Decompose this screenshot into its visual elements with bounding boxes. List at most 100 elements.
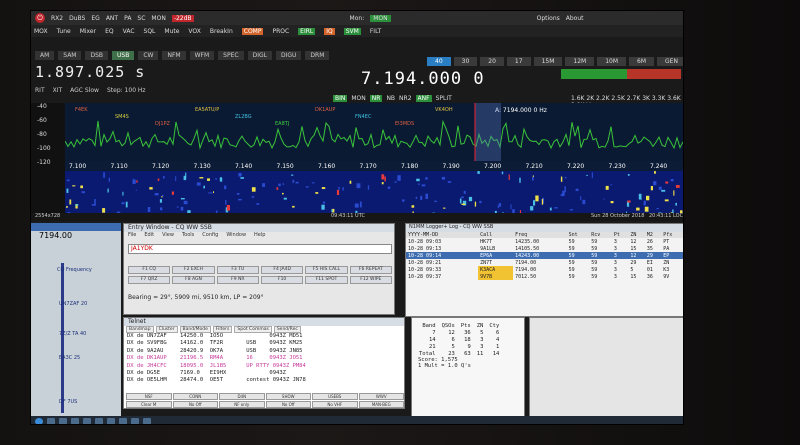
bandmap-spot[interactable]: 7Z/Z TA 40 [59,331,86,337]
mode-button-digl[interactable]: DIGL [247,50,272,60]
eirl-button[interactable]: EIRL [298,27,316,35]
proc-button[interactable]: PROC [272,28,289,35]
mode-button-digu[interactable]: DIGU [275,50,302,60]
band-button-40[interactable]: 40 [427,57,451,66]
spot-label[interactable]: SM4S [115,114,129,120]
topbar-item[interactable]: SC [137,15,145,22]
spot-label[interactable]: EI3MDS [395,121,414,127]
mon-toggle[interactable]: MON [351,95,365,102]
panadapter[interactable]: F4EK SM4S DJ1PZ EA5ATU/P ZL2BG EA8TJ DK1AUP FN4… [65,103,684,163]
spot-label[interactable]: DJ1PZ [155,121,171,127]
spot-label[interactable]: EA5ATU/P [195,107,219,113]
menu-view[interactable]: View [162,232,174,240]
tab-spot-commas[interactable]: Spot Commas [234,326,272,333]
nb-toggle[interactable]: NB [386,95,395,102]
band-button-12[interactable]: 12M [565,57,595,66]
log-row[interactable]: 10-28 09:21 ZN7T 7194.00 59 59 3 29 EI ZN [406,259,683,266]
tab-bandmap[interactable]: Bandmap [126,326,154,333]
taskbar-app-icon[interactable] [107,417,115,424]
topbar-item[interactable]: MON [151,15,165,22]
f9-button[interactable]: F9 NR [216,276,259,284]
bandmap-spot[interactable]: CQ Frequency [57,267,92,273]
cluster-spot[interactable]: DX de DG5E 7169.0 EI9HX 0943Z [127,370,404,377]
log-row[interactable]: 10-28 09:37 9V7B 7012.50 59 59 3 15 36 9V [406,273,683,280]
band-button-30[interactable]: 30 [453,57,478,66]
cluster-spot[interactable]: DX de JH4CFC 18095.0 JL1B5 UP RTTY 0943Z… [127,363,404,370]
band-button-gen[interactable]: GEN [657,57,683,66]
rit-toggle[interactable]: RIT [35,87,45,94]
f5-button[interactable]: F5 HIS CALL [305,266,348,274]
spot-label[interactable]: DK1AUP [315,107,335,113]
eq-button[interactable]: EQ [105,28,114,35]
tab-cluster[interactable]: Cluster [155,326,178,333]
cluster-button[interactable]: No VHF [312,401,358,408]
cluster-button[interactable]: SHOW [265,393,311,400]
spot-label[interactable]: VK4OH [435,107,453,113]
tab-filters[interactable]: Filters [212,326,233,333]
drive-level[interactable]: -22dB [171,14,194,22]
topbar-item[interactable]: EG [91,15,99,22]
cluster-button[interactable]: MAN-BEG [358,401,404,408]
mute-button[interactable]: Mute [164,28,179,35]
menu-file[interactable]: File [128,232,136,240]
waterfall[interactable] [65,171,684,213]
topbar-item[interactable]: DuBS [69,15,85,22]
taskbar-app-icon[interactable] [143,417,151,424]
spot-label[interactable]: ZL2BG [235,114,252,120]
taskbar-app-icon[interactable] [95,417,103,424]
step-select[interactable]: Step: 100 Hz [107,87,146,94]
cluster-button[interactable]: Clear M [126,401,172,408]
cluster-spot[interactable]: DX de 9A2AU 28420.9 OK7A USB 0943Z JN85 [127,348,404,355]
menu-edit[interactable]: Edit [144,232,154,240]
cluster-button[interactable]: D4N [219,393,265,400]
mode-button-usb[interactable]: USB [112,50,135,60]
mode-button-am[interactable]: AM [35,50,55,60]
cluster-button[interactable]: No Off [172,401,218,408]
cluster-spot[interactable]: DX de DK1AUP 21196.5 RM4A 16 0943Z JO51 [127,355,404,362]
nr2-toggle[interactable]: NR2 [399,95,411,102]
anf-toggle[interactable]: ANF [415,95,432,102]
f7-button[interactable]: F7 QRZ [128,276,171,284]
log-row[interactable]: 10-28 09:13 9A1LB 14105.50 59 59 3 15 35 PA [406,245,683,252]
iq-button[interactable]: IQ [324,27,335,35]
vfo-a-frequency[interactable]: 7.194.000 0 [361,69,485,89]
topbar-item[interactable]: PA [124,15,131,22]
mon-button[interactable]: MON [370,14,391,22]
f1-button[interactable]: F1 CQ [128,266,171,274]
cluster-button[interactable]: CONN [172,393,218,400]
sql-button[interactable]: SQL [144,28,156,35]
menu-config[interactable]: Config [202,232,218,240]
bin-toggle[interactable]: BIN [333,95,348,102]
spot-label[interactable]: FN4EC [355,114,372,120]
f2-button[interactable]: F2 EXCH [172,266,215,274]
band-button-10[interactable]: 10M [597,57,626,66]
band-button-20[interactable]: 20 [480,57,504,66]
power-icon[interactable]: ⏻ [35,13,45,23]
cluster-spot[interactable]: DX de OE5LHM 28474.0 OE5T contest 0943Z … [127,377,404,384]
cluster-button[interactable]: USEBS [312,393,358,400]
cluster-spot[interactable]: DX de UN7ZAF 14250.0 IO5O 0943Z MD51 [127,333,404,340]
bandmap-spot[interactable]: DF 7US [59,399,77,405]
taskbar-app-icon[interactable] [47,417,55,424]
filt-button[interactable]: FILT [370,28,381,35]
about-link[interactable]: About [566,15,584,22]
spot-label[interactable]: EA8TJ [275,121,289,127]
taskbar-app-icon[interactable] [83,417,91,424]
bandmap-scale[interactable] [61,263,64,413]
log-row[interactable]: 10-28 09:33 K3ACA 7194.00 59 59 3 5 01 K3 [406,266,683,273]
taskbar-app-icon[interactable] [59,417,67,424]
mode-button-nfm[interactable]: NFM [162,50,186,60]
split-toggle[interactable]: SPLIT [436,95,452,102]
mode-button-cw[interactable]: CW [138,50,159,60]
vac-button[interactable]: VAC [123,28,135,35]
cluster-button[interactable]: No Off [265,401,311,408]
f12-button[interactable]: F12 WIPE [349,276,392,284]
topbar-item[interactable]: ANT [106,15,118,22]
topbar-item[interactable]: RX2 [51,15,63,22]
spot-label[interactable]: F4EK [75,107,88,113]
agc-select[interactable]: AGC Slow [70,87,99,94]
mode-button-sam[interactable]: SAM [58,50,82,60]
mode-button-spec[interactable]: SPEC [218,50,244,60]
f11-button[interactable]: F11 SPOT [305,276,348,284]
mox-button[interactable]: MOX [34,28,48,35]
